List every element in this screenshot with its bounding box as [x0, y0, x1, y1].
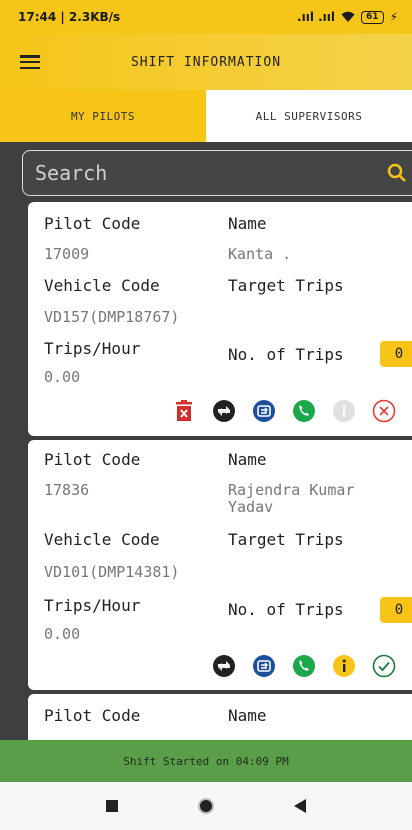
status-icons: .ııl .ııl 61 ⚡ — [297, 10, 398, 24]
no-of-trips-label: No. of Trips — [228, 345, 344, 364]
switch-vehicle-icon — [253, 400, 275, 422]
pilot-name-value: Rajendra Kumar Yadav — [228, 481, 355, 516]
search-box — [22, 150, 412, 196]
no-of-trips-badge: 0 — [380, 597, 412, 623]
tab-bar: MY PILOTS ALL SUPERVISORS — [0, 90, 412, 142]
pilot-card[interactable]: Pilot Code Name 17836 Rajendra Kumar Yad… — [28, 440, 412, 690]
pilot-list[interactable]: Pilot Code Name 17009 Kanta . Vehicle Co… — [0, 142, 412, 740]
name-label: Name — [228, 450, 267, 469]
pilot-code-value: 17009 — [44, 245, 90, 263]
delete-icon — [176, 400, 192, 421]
cancel-button[interactable] — [372, 399, 396, 423]
swap-pilot-button[interactable] — [212, 399, 236, 423]
cancel-icon — [372, 399, 396, 423]
swap-icon — [213, 400, 235, 422]
shift-status-banner: Shift Started on 04:09 PM — [0, 740, 412, 782]
tab-my-pilots[interactable]: MY PILOTS — [0, 90, 206, 142]
tab-all-supervisors[interactable]: ALL SUPERVISORS — [206, 90, 412, 142]
app-bar: SHIFT INFORMATION — [0, 34, 412, 90]
vehicle-code-label: Vehicle Code — [44, 276, 160, 295]
vehicle-code-value: VD157(DMP18767) — [44, 308, 180, 326]
name-label: Name — [228, 214, 267, 233]
pilot-name-value: Kanta . — [228, 245, 292, 263]
circle-icon — [198, 798, 214, 814]
switch-vehicle-icon — [253, 655, 275, 677]
hamburger-icon — [20, 55, 40, 69]
charging-icon: ⚡ — [389, 10, 398, 24]
vehicle-code-value: VD101(DMP14381) — [44, 563, 180, 581]
no-of-trips-label: No. of Trips — [228, 600, 344, 619]
square-icon — [106, 800, 118, 812]
battery-icon: 61 — [361, 10, 384, 24]
search-input[interactable] — [35, 161, 375, 185]
info-button[interactable] — [332, 654, 356, 678]
target-trips-label: Target Trips — [228, 276, 344, 295]
system-nav-bar — [0, 782, 412, 830]
pilot-code-label: Pilot Code — [44, 450, 141, 469]
call-button[interactable] — [292, 654, 316, 678]
phone-icon — [293, 655, 315, 677]
page-title: SHIFT INFORMATION — [130, 54, 282, 70]
back-button[interactable] — [288, 794, 312, 818]
call-button[interactable] — [292, 399, 316, 423]
status-bar: 17:44 | 2.3KB/s .ııl .ııl 61 ⚡ — [0, 0, 412, 34]
back-triangle-icon — [294, 799, 306, 813]
vehicle-code-label: Vehicle Code — [44, 530, 160, 549]
phone-icon — [293, 400, 315, 422]
swap-pilot-button[interactable] — [212, 654, 236, 678]
card-actions — [212, 654, 396, 678]
menu-button[interactable] — [0, 34, 60, 90]
trips-hour-label: Trips/Hour — [44, 596, 141, 615]
trips-hour-label: Trips/Hour — [44, 339, 141, 358]
home-button[interactable] — [194, 794, 218, 818]
info-icon — [333, 655, 355, 677]
pilot-code-value: 17836 — [44, 481, 90, 499]
delete-button[interactable] — [172, 399, 196, 423]
pilot-card[interactable]: Pilot Code Name — [28, 694, 412, 740]
search-icon[interactable] — [387, 163, 407, 183]
recents-button[interactable] — [100, 794, 124, 818]
confirm-button[interactable] — [372, 654, 396, 678]
switch-vehicle-button[interactable] — [252, 399, 276, 423]
swap-icon — [213, 655, 235, 677]
status-time: 17:44 | 2.3KB/s — [18, 10, 121, 24]
check-icon — [372, 654, 396, 678]
pilot-card[interactable]: Pilot Code Name 17009 Kanta . Vehicle Co… — [28, 202, 412, 436]
signal-icon: .ııl .ııl — [297, 10, 336, 24]
switch-vehicle-button[interactable] — [252, 654, 276, 678]
wifi-icon — [341, 11, 355, 22]
name-label: Name — [228, 706, 267, 725]
info-button[interactable] — [332, 399, 356, 423]
no-of-trips-badge: 0 — [380, 341, 412, 367]
target-trips-label: Target Trips — [228, 530, 344, 549]
trips-hour-value: 0.00 — [44, 368, 81, 386]
pilot-code-label: Pilot Code — [44, 706, 141, 725]
info-icon — [333, 400, 355, 422]
pilot-code-label: Pilot Code — [44, 214, 141, 233]
trips-hour-value: 0.00 — [44, 625, 81, 643]
card-actions — [172, 399, 396, 423]
